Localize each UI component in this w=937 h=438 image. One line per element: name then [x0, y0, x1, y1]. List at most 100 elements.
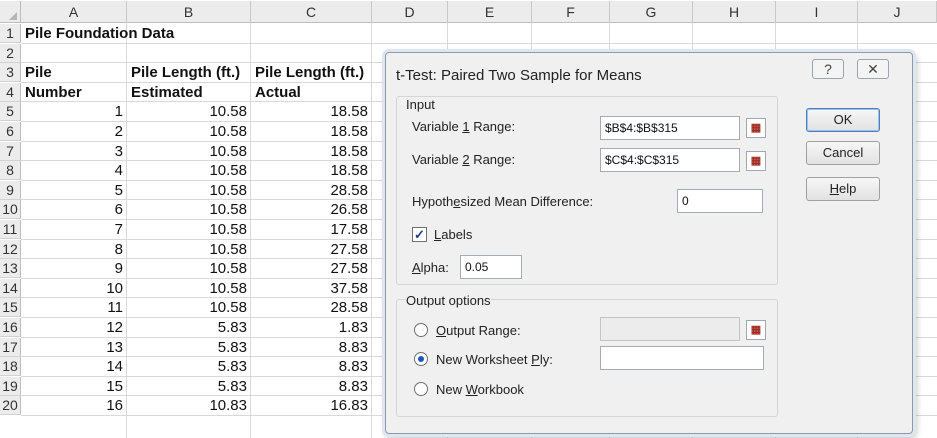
row-header[interactable]: 10 [0, 200, 21, 220]
data-cell[interactable]: 28.58 [251, 181, 368, 200]
data-cell[interactable]: 12 [21, 318, 123, 337]
data-cell[interactable]: 10.58 [127, 181, 247, 200]
data-cell[interactable]: 17.58 [251, 220, 368, 239]
data-cell[interactable]: 10.58 [127, 298, 247, 317]
row-header[interactable]: 4 [0, 82, 21, 102]
column-header[interactable]: D [372, 1, 448, 23]
row-header[interactable]: 6 [0, 122, 21, 141]
data-cell[interactable]: 7 [21, 220, 123, 239]
row-header[interactable]: 14 [0, 278, 21, 298]
row-header[interactable]: 5 [0, 102, 21, 122]
column-header[interactable]: E [448, 1, 532, 23]
data-cell[interactable]: 8 [21, 240, 123, 259]
new-worksheet-ply-radio[interactable] [414, 352, 428, 366]
data-cell[interactable]: 18.58 [251, 122, 368, 141]
data-cell[interactable]: 1 [21, 102, 123, 121]
alpha-input[interactable]: 0.05 [460, 255, 522, 279]
row-header[interactable]: 16 [0, 318, 21, 337]
data-cell[interactable]: 18.58 [251, 102, 368, 121]
hypothesized-mean-difference-input[interactable]: 0 [677, 189, 763, 213]
data-cell[interactable]: 10.58 [127, 102, 247, 121]
ok-button[interactable]: OK [806, 108, 880, 132]
new-worksheet-ply-input[interactable] [600, 346, 764, 370]
data-cell[interactable]: 10.58 [127, 122, 247, 141]
column-title-cell[interactable]: Pile Length (ft.) [255, 63, 364, 82]
data-cell[interactable]: 10.83 [127, 396, 247, 415]
data-cell[interactable]: 28.58 [251, 298, 368, 317]
row-header[interactable]: 18 [0, 357, 21, 377]
data-cell[interactable]: 2 [21, 122, 123, 141]
data-cell[interactable]: 13 [21, 338, 123, 357]
column-header[interactable]: C [251, 1, 372, 23]
data-cell[interactable]: 8.83 [251, 377, 368, 396]
data-cell[interactable]: 18.58 [251, 142, 368, 161]
row-header[interactable]: 13 [0, 259, 21, 279]
data-cell[interactable]: 9 [21, 259, 123, 278]
column-header[interactable]: J [858, 1, 937, 23]
variable1-range-input[interactable]: $B$4:$B$315 [600, 116, 740, 140]
row-header[interactable]: 17 [0, 337, 21, 357]
data-cell[interactable]: 3 [21, 142, 123, 161]
row-header[interactable]: 3 [0, 63, 21, 83]
column-title-cell[interactable]: Actual [255, 83, 301, 102]
data-cell[interactable]: 10.58 [127, 259, 247, 278]
select-all-corner[interactable] [0, 1, 21, 23]
data-cell[interactable]: 8.83 [251, 357, 368, 376]
close-icon[interactable]: ✕ [857, 59, 889, 79]
column-header[interactable]: F [532, 1, 610, 23]
data-cell[interactable]: 5 [21, 181, 123, 200]
column-title-cell[interactable]: Pile Length (ft.) [131, 63, 240, 82]
data-cell[interactable]: 8.83 [251, 338, 368, 357]
data-cell[interactable]: 10.58 [127, 240, 247, 259]
data-cell[interactable]: 4 [21, 161, 123, 180]
data-cell[interactable]: 15 [21, 377, 123, 396]
row-header[interactable]: 7 [0, 141, 21, 161]
column-header[interactable]: H [693, 1, 776, 23]
question-mark-icon[interactable]: ? [812, 59, 844, 79]
data-cell[interactable]: 10.58 [127, 200, 247, 219]
data-cell[interactable]: 1.83 [251, 318, 368, 337]
data-cell[interactable]: 5.83 [127, 357, 247, 376]
data-cell[interactable]: 16.83 [251, 396, 368, 415]
help-button[interactable]: Help [806, 177, 880, 201]
row-header[interactable]: 12 [0, 239, 21, 259]
data-cell[interactable]: 10.58 [127, 142, 247, 161]
data-cell[interactable]: 10.58 [127, 220, 247, 239]
output-range-input[interactable] [600, 317, 740, 341]
data-cell[interactable]: 10 [21, 279, 123, 298]
data-cell[interactable]: 10.58 [127, 279, 247, 298]
data-cell[interactable]: 14 [21, 357, 123, 376]
data-cell[interactable]: 10.58 [127, 161, 247, 180]
column-title-cell[interactable]: Number [25, 83, 82, 102]
range-selector-icon[interactable]: ▦ [746, 151, 766, 171]
labels-checkbox[interactable]: ✓ [412, 227, 427, 242]
output-range-radio[interactable] [414, 323, 428, 337]
row-header[interactable]: 1 [0, 24, 21, 43]
row-header[interactable]: 9 [0, 180, 21, 200]
new-workbook-radio[interactable] [414, 382, 428, 396]
row-header[interactable]: 19 [0, 376, 21, 396]
data-cell[interactable]: 5.83 [127, 377, 247, 396]
data-cell[interactable]: 5.83 [127, 338, 247, 357]
variable2-range-input[interactable]: $C$4:$C$315 [600, 148, 740, 172]
column-header[interactable]: I [776, 1, 858, 23]
column-header[interactable]: B [127, 1, 251, 23]
data-cell[interactable]: 6 [21, 200, 123, 219]
range-selector-icon[interactable]: ▦ [746, 118, 766, 138]
data-cell[interactable]: 11 [21, 298, 123, 317]
ttest-dialog[interactable]: t-Test: Paired Two Sample for Means ? ✕ … [385, 52, 913, 434]
row-header[interactable]: 15 [0, 298, 21, 318]
row-header[interactable]: 2 [0, 43, 21, 63]
range-selector-icon[interactable]: ▦ [746, 320, 766, 340]
row-header[interactable]: 20 [0, 396, 21, 416]
data-cell[interactable]: 27.58 [251, 240, 368, 259]
row-header[interactable]: 11 [0, 220, 21, 239]
data-cell[interactable]: 5.83 [127, 318, 247, 337]
cancel-button[interactable]: Cancel [806, 141, 880, 165]
data-cell[interactable]: 18.58 [251, 161, 368, 180]
data-cell[interactable]: 37.58 [251, 279, 368, 298]
column-title-cell[interactable]: Estimated [131, 83, 203, 102]
row-header[interactable]: 8 [0, 161, 21, 181]
data-cell[interactable]: 27.58 [251, 259, 368, 278]
column-title-cell[interactable]: Pile [25, 63, 52, 82]
